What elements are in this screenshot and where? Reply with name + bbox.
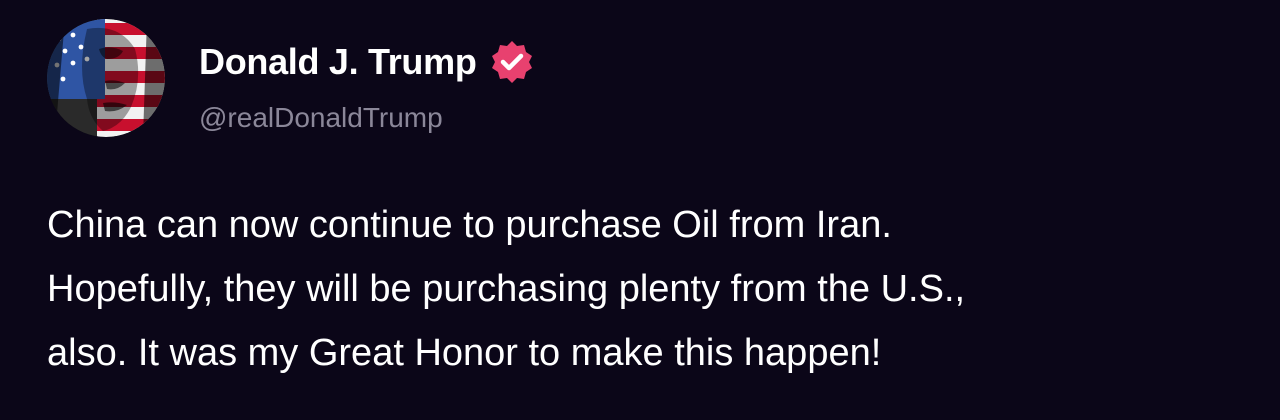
verified-badge-icon [489, 39, 535, 85]
flag-portrait-avatar-icon [47, 19, 165, 137]
post-body-line: Hopefully, they will be purchasing plent… [47, 268, 966, 310]
author-display-name[interactable]: Donald J. Trump [199, 41, 477, 83]
post-card: Donald J. Trump @realDonaldTrump China c… [0, 0, 1280, 420]
post-body: China can now continue to purchase Oil f… [47, 193, 1247, 385]
post-body-line: China can now continue to purchase Oil f… [47, 204, 892, 246]
author-avatar[interactable] [47, 19, 165, 137]
author-name-row: Donald J. Trump [199, 38, 535, 86]
post-body-line: also. It was my Great Honor to make this… [47, 332, 882, 374]
author-handle[interactable]: @realDonaldTrump [199, 102, 443, 134]
